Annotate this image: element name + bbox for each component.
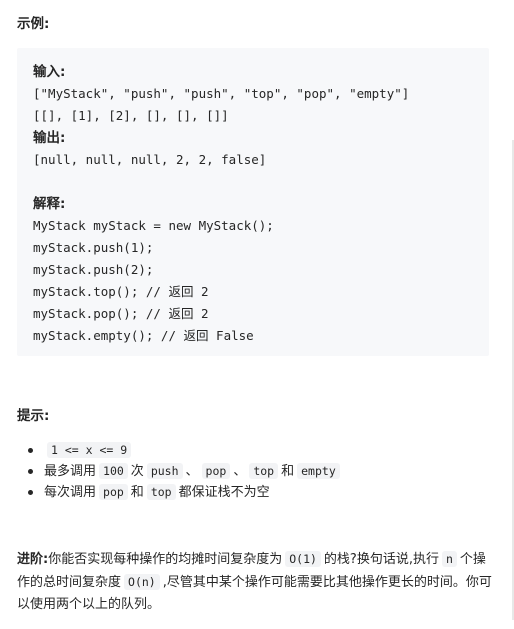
inline-code: O(n) bbox=[124, 574, 160, 590]
input-label: 输入: bbox=[33, 64, 66, 80]
hint-text: 都保证栈不为空 bbox=[178, 485, 270, 500]
inline-code: 1 <= x <= 9 bbox=[47, 442, 132, 458]
separator: 、 bbox=[233, 464, 247, 479]
followup-label: 进阶: bbox=[17, 552, 49, 567]
inline-code: O(1) bbox=[285, 551, 321, 567]
followup-text: 的栈?换句话说,执行 bbox=[323, 552, 439, 567]
hint-item: 最多调用 100 次 push、 pop、 top 和 empty bbox=[17, 461, 343, 482]
explain-line: myStack.empty(); // 返回 False bbox=[33, 328, 254, 343]
input-ops: ["MyStack", "push", "push", "top", "pop"… bbox=[33, 86, 410, 101]
followup-text: 你能否实现每种操作的均摊时间复杂度为 bbox=[48, 552, 283, 567]
inline-code: pop bbox=[99, 484, 128, 500]
explain-line: myStack.pop(); // 返回 2 bbox=[33, 306, 209, 321]
inline-code: n bbox=[441, 551, 457, 567]
inline-code: 100 bbox=[99, 463, 128, 479]
bullet-icon bbox=[28, 490, 33, 495]
output-value: [null, null, null, 2, 2, false] bbox=[33, 152, 267, 167]
example-code-block: 输入: ["MyStack", "push", "push", "top", "… bbox=[17, 48, 489, 356]
explain-label: 解释: bbox=[33, 196, 66, 212]
bullet-icon bbox=[28, 469, 33, 474]
inline-code: push bbox=[146, 463, 183, 479]
hint-text: 每次调用 bbox=[44, 485, 97, 500]
input-args: [[], [1], [2], [], [], []] bbox=[33, 108, 229, 123]
example-heading: 示例: bbox=[17, 16, 50, 32]
hint-item: 1 <= x <= 9 bbox=[17, 440, 343, 461]
inline-code: top bbox=[146, 484, 176, 500]
explain-line: MyStack myStack = new MyStack(); bbox=[33, 218, 274, 233]
hints-heading: 提示: bbox=[17, 408, 50, 424]
hint-item: 每次调用 pop 和 top 都保证栈不为空 bbox=[17, 482, 343, 503]
hint-text: 和 bbox=[130, 485, 144, 500]
separator: 、 bbox=[185, 464, 199, 479]
hints-list: 1 <= x <= 9 最多调用 100 次 push、 pop、 top 和 empty 每… bbox=[17, 440, 343, 503]
inline-code: empty bbox=[297, 463, 340, 479]
output-label: 输出: bbox=[33, 130, 66, 146]
explain-line: myStack.push(2); bbox=[33, 262, 154, 277]
inline-code: top bbox=[249, 463, 279, 479]
hint-text: 次 bbox=[130, 464, 144, 479]
explain-line: myStack.push(1); bbox=[33, 240, 154, 255]
followup-paragraph: 进阶:你能否实现每种操作的均摊时间复杂度为 O(1) 的栈?换句话说,执行 n 个操作的… bbox=[17, 548, 497, 616]
explain-line: myStack.top(); // 返回 2 bbox=[33, 284, 209, 299]
inline-code: pop bbox=[201, 463, 231, 479]
bullet-icon bbox=[28, 448, 33, 453]
hint-text: 最多调用 bbox=[44, 464, 97, 479]
hint-text: 和 bbox=[281, 464, 295, 479]
